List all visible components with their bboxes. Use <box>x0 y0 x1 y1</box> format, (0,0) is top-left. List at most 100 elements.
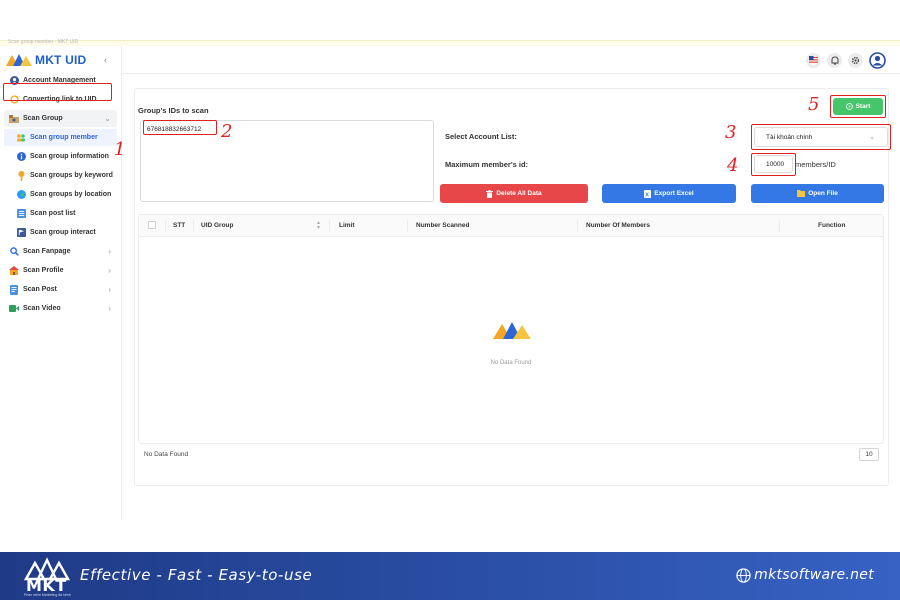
members-icon <box>16 133 26 143</box>
highlight-box-2 <box>143 120 217 135</box>
chevron-down-icon: ⌄ <box>104 114 111 123</box>
sidebar-item-label: Scan group information <box>30 153 109 160</box>
app-window: Scan group member - MKT UID MKT UID ‹ Ac… <box>0 0 900 600</box>
window-title: Scan group member - MKT UID <box>8 39 79 45</box>
select-all-checkbox[interactable] <box>148 221 156 229</box>
video-camera-icon <box>9 304 19 314</box>
sidebar-item-scan-video[interactable]: Scan Video › <box>4 300 117 317</box>
banner-logo-subtitle: Phần mềm Marketing đa kênh <box>24 593 71 597</box>
annotation-1: 1 <box>114 139 126 160</box>
title-bar: Scan group member - MKT UID <box>0 39 900 46</box>
sidebar-item-label: Scan Fanpage <box>23 248 71 255</box>
promo-banner: MKT Phần mềm Marketing đa kênh Effective… <box>0 552 900 600</box>
chevron-right-icon: › <box>108 247 111 256</box>
empty-state-logo-icon <box>493 322 531 339</box>
sidebar-item-scan-group-member[interactable]: Scan group member <box>4 129 117 146</box>
annotation-4: 4 <box>727 155 739 176</box>
header-toolbar <box>806 52 886 69</box>
group-folder-icon <box>9 114 19 124</box>
globe-icon <box>736 567 751 583</box>
flag-icon <box>16 228 26 238</box>
sidebar-item-label: Scan Post <box>23 286 57 293</box>
delete-all-data-button[interactable]: Delete All Data <box>440 184 588 203</box>
sidebar-item-scan-groups-by-keyword[interactable]: Scan groups by keyword <box>4 167 117 184</box>
sidebar-item-scan-post[interactable]: Scan Post › <box>4 281 117 298</box>
column-header-number-scanned: Number Scanned <box>416 222 470 229</box>
sidebar-item-label: Scan groups by keyword <box>30 172 113 179</box>
column-divider <box>407 220 408 232</box>
column-header-limit: Limit <box>339 222 355 229</box>
sidebar-item-label: Scan groups by location <box>30 191 112 198</box>
column-divider <box>165 220 166 232</box>
account-list-label: Select Account List: <box>445 132 517 141</box>
sidebar-item-label: Scan post list <box>30 210 76 217</box>
app-name: MKT UID <box>35 53 87 67</box>
sidebar-item-label: Scan group member <box>30 134 98 141</box>
avatar-icon[interactable] <box>869 52 886 69</box>
annotation-5: 5 <box>808 94 820 115</box>
banner-slogan: Effective - Fast - Easy-to-use <box>80 566 313 584</box>
open-file-button[interactable]: Open File <box>751 184 884 203</box>
column-divider <box>193 220 194 232</box>
sidebar-item-scan-groups-by-location[interactable]: Scan groups by location <box>4 186 117 203</box>
search-icon <box>9 247 19 257</box>
globe-icon <box>16 190 26 200</box>
group-ids-label: Group's IDs to scan <box>138 106 209 115</box>
app-logo: MKT UID <box>6 53 86 67</box>
table-footer-status: No Data Found <box>144 451 189 458</box>
highlight-box-5 <box>830 95 886 118</box>
table-header: STT UID Group ▴ ▾ Limit Number Scanned Nu… <box>139 215 883 237</box>
sidebar-item-scan-group[interactable]: Scan Group ⌄ <box>4 110 117 127</box>
collapse-sidebar-icon[interactable]: ‹ <box>104 55 107 65</box>
max-member-unit: members/ID <box>795 160 836 169</box>
highlight-box-4 <box>751 153 796 176</box>
results-table: STT UID Group ▴ ▾ Limit Number Scanned Nu… <box>138 214 884 444</box>
export-excel-button[interactable]: X Export Excel <box>602 184 736 203</box>
column-header-function: Function <box>818 222 846 229</box>
sidebar-item-label: Scan Group <box>23 115 63 122</box>
excel-file-icon: X <box>644 189 652 198</box>
header-divider <box>122 73 900 74</box>
page-size-select[interactable]: 10 <box>859 448 879 461</box>
banner-website-text: mktsoftware.net <box>754 567 874 583</box>
annotation-2: 2 <box>221 121 233 142</box>
trash-icon <box>486 189 494 198</box>
sidebar-item-scan-post-list[interactable]: Scan post list <box>4 205 117 222</box>
annotation-3: 3 <box>725 122 737 143</box>
sort-icon[interactable]: ▴ ▾ <box>317 220 320 231</box>
profile-icon <box>9 266 19 276</box>
chevron-right-icon: › <box>108 304 111 313</box>
language-flag-icon[interactable] <box>806 53 821 68</box>
sidebar-item-scan-group-information[interactable]: Scan group information <box>4 148 117 165</box>
export-button-label: Export Excel <box>654 190 694 197</box>
page-size-value: 10 <box>865 451 873 458</box>
delete-button-label: Delete All Data <box>496 190 542 197</box>
bell-icon[interactable] <box>827 53 842 68</box>
column-divider <box>577 220 578 232</box>
sidebar-item-scan-fanpage[interactable]: Scan Fanpage › <box>4 243 117 260</box>
sidebar-item-scan-group-interact[interactable]: Scan group interact <box>4 224 117 241</box>
info-icon <box>16 152 26 162</box>
folder-icon <box>797 190 806 197</box>
banner-website[interactable]: mktsoftware.net <box>736 567 874 583</box>
sidebar-item-scan-profile[interactable]: Scan Profile › <box>4 262 117 279</box>
highlight-box-1 <box>3 83 112 101</box>
open-button-label: Open File <box>808 190 838 197</box>
sidebar-item-label: Scan Video <box>23 305 61 312</box>
highlight-box-3 <box>751 124 891 150</box>
column-header-uid-group[interactable]: UID Group <box>201 222 234 229</box>
chevron-right-icon: › <box>108 285 111 294</box>
column-header-number-of-members: Number Of Members <box>586 222 650 229</box>
sidebar-item-label: Scan Profile <box>23 267 64 274</box>
gear-icon[interactable] <box>848 53 863 68</box>
mkt-logo-icon <box>6 54 32 66</box>
empty-state-text: No Data Found <box>490 360 532 366</box>
column-divider <box>329 220 330 232</box>
chevron-right-icon: › <box>108 266 111 275</box>
column-divider <box>779 220 780 232</box>
column-header-stt: STT <box>173 222 186 229</box>
document-icon <box>9 284 19 295</box>
list-icon <box>16 209 26 219</box>
sidebar-item-label: Scan group interact <box>30 229 96 236</box>
svg-text:X: X <box>646 192 650 198</box>
